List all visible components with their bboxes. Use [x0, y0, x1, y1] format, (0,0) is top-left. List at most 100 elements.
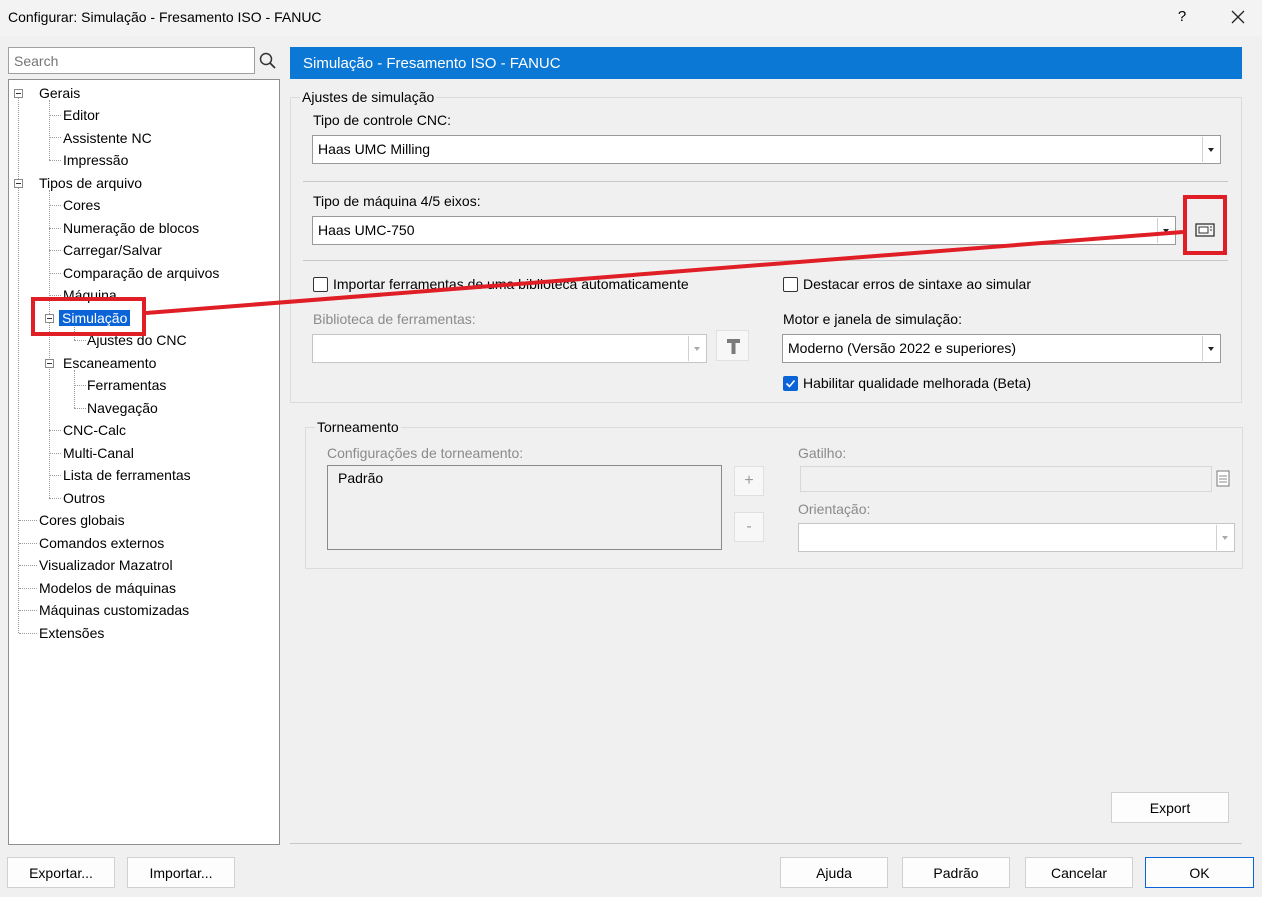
gatilho-input[interactable]	[800, 466, 1212, 492]
tree-item-editor[interactable]: Editor	[63, 105, 100, 125]
page-title: Simulação - Fresamento ISO - FANUC	[290, 47, 1242, 79]
highlight-box-machine-button	[1183, 195, 1227, 255]
tipo-controle-label: Tipo de controle CNC:	[313, 112, 451, 128]
chevron-down-icon	[1157, 218, 1174, 243]
orientacao-label: Orientação:	[798, 501, 871, 517]
add-config-button[interactable]: +	[734, 466, 764, 496]
tree-connector	[49, 205, 61, 206]
close-button[interactable]	[1224, 4, 1252, 30]
tree-item-cores[interactable]: Cores	[63, 195, 100, 215]
tree-item-carregar-salvar[interactable]: Carregar/Salvar	[63, 240, 162, 260]
gatilho-browse-button[interactable]	[1213, 467, 1233, 491]
tree-connector	[74, 385, 86, 386]
motor-select[interactable]: Moderno (Versão 2022 e superiores)	[782, 334, 1221, 363]
search-button[interactable]	[256, 47, 280, 74]
tree-connector	[19, 633, 37, 634]
importar-button[interactable]: Importar...	[127, 857, 235, 888]
tree-item-visualizador-mazatrol[interactable]: Visualizador Mazatrol	[39, 555, 173, 575]
tree-connector	[74, 340, 86, 341]
importar-label: Importar ferramentas de uma biblioteca a…	[333, 276, 689, 292]
tree-connector	[19, 520, 37, 521]
help-button[interactable]: ?	[1170, 6, 1194, 28]
highlight-box-simulacao	[31, 297, 146, 336]
biblioteca-label: Biblioteca de ferramentas:	[313, 311, 476, 327]
tree-item-cores-globais[interactable]: Cores globais	[39, 510, 125, 530]
tree-item-numeracao[interactable]: Numeração de blocos	[63, 218, 199, 238]
close-icon	[1231, 10, 1245, 24]
tree-item-extensoes[interactable]: Extensões	[39, 623, 104, 643]
tree-item-maquinas-customizadas[interactable]: Máquinas customizadas	[39, 600, 189, 620]
tree-connector	[74, 408, 86, 409]
tree-connector	[49, 250, 61, 251]
tree-connector	[49, 430, 61, 431]
export-button[interactable]: Export	[1111, 792, 1229, 823]
collapse-icon[interactable]	[45, 359, 54, 368]
tree-connector	[49, 453, 61, 454]
chevron-down-icon	[688, 336, 705, 361]
tool-library-button[interactable]	[716, 330, 749, 361]
divider	[303, 260, 1228, 261]
tree-connector	[19, 588, 37, 589]
tipo-maquina-select[interactable]: Haas UMC-750	[312, 216, 1176, 245]
tree-connector	[49, 160, 61, 161]
chevron-down-icon	[1216, 525, 1233, 550]
tipo-maquina-label: Tipo de máquina 4/5 eixos:	[313, 193, 481, 209]
tree-connector	[19, 565, 37, 566]
tree-item-escaneamento[interactable]: Escaneamento	[63, 353, 156, 373]
tree-connector	[49, 115, 61, 116]
search-icon	[259, 52, 276, 69]
tree-connector	[49, 190, 50, 498]
tree-item-impressao[interactable]: Impressão	[63, 150, 128, 170]
tree-connector	[49, 295, 61, 296]
ajuda-button[interactable]: Ajuda	[780, 857, 888, 888]
remove-config-button[interactable]: -	[734, 512, 764, 542]
habilitar-label: Habilitar qualidade melhorada (Beta)	[803, 375, 1032, 391]
list-item[interactable]: Padrão	[338, 470, 383, 486]
tree-connector	[49, 100, 50, 160]
collapse-icon[interactable]	[14, 179, 23, 188]
ok-button[interactable]: OK	[1145, 857, 1254, 888]
tree-item-outros[interactable]: Outros	[63, 488, 105, 508]
tree-item-assistente-nc[interactable]: Assistente NC	[63, 128, 152, 148]
tipo-controle-value: Haas UMC Milling	[318, 141, 431, 157]
ajustes-group-title: Ajustes de simulação	[300, 89, 437, 105]
orientacao-select[interactable]	[798, 523, 1235, 552]
padrao-button[interactable]: Padrão	[902, 857, 1010, 888]
tree-item-navegacao[interactable]: Navegação	[87, 398, 158, 418]
gatilho-label: Gatilho:	[798, 445, 847, 461]
search-input[interactable]	[8, 47, 255, 74]
tree-item-gerais[interactable]: Gerais	[39, 83, 80, 103]
cancelar-button[interactable]: Cancelar	[1025, 857, 1133, 888]
tree-item-lista-de-ferramentas[interactable]: Lista de ferramentas	[63, 465, 191, 485]
exportar-button[interactable]: Exportar...	[7, 857, 115, 888]
motor-value: Moderno (Versão 2022 e superiores)	[788, 340, 1017, 356]
tree-item-comparacao[interactable]: Comparação de arquivos	[63, 263, 219, 283]
destacar-label: Destacar erros de sintaxe ao simular	[803, 276, 1031, 292]
settings-tree[interactable]: Gerais Editor Assistente NC Impressão Ti…	[8, 79, 280, 845]
config-torneamento-label: Configurações de torneamento:	[327, 445, 524, 461]
chevron-down-icon	[1202, 336, 1219, 361]
destacar-checkbox[interactable]	[783, 277, 798, 292]
tree-connector	[19, 610, 37, 611]
tool-icon	[727, 339, 740, 354]
chevron-down-icon	[1202, 137, 1219, 162]
tree-item-tipos-de-arquivo[interactable]: Tipos de arquivo	[39, 173, 142, 193]
tree-connector	[49, 228, 61, 229]
tree-item-modelos-de-maquinas[interactable]: Modelos de máquinas	[39, 578, 176, 598]
torneamento-group-title: Torneamento	[315, 419, 401, 435]
importar-checkbox[interactable]	[313, 277, 328, 292]
config-torneamento-list[interactable]: Padrão	[327, 465, 722, 550]
divider	[290, 843, 1242, 844]
collapse-icon[interactable]	[14, 89, 23, 98]
habilitar-checkbox[interactable]	[783, 376, 798, 391]
tree-connector	[49, 498, 61, 499]
tree-item-cnc-calc[interactable]: CNC-Calc	[63, 420, 126, 440]
biblioteca-select[interactable]	[312, 334, 707, 363]
tipo-controle-select[interactable]: Haas UMC Milling	[312, 135, 1221, 164]
tree-item-ferramentas[interactable]: Ferramentas	[87, 375, 166, 395]
document-icon	[1216, 470, 1230, 487]
tree-connector	[74, 370, 75, 408]
tree-item-multi-canal[interactable]: Multi-Canal	[63, 443, 134, 463]
window-title: Configurar: Simulação - Fresamento ISO -…	[8, 9, 322, 25]
tree-item-comandos-externos[interactable]: Comandos externos	[39, 533, 164, 553]
